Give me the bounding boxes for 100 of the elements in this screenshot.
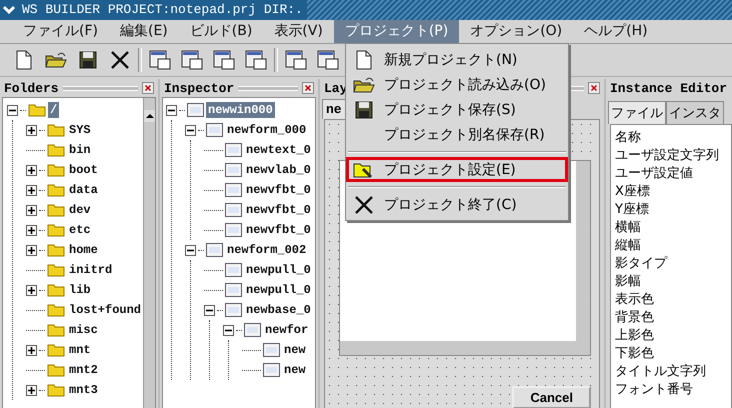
property-name[interactable]: フォント番号 xyxy=(615,381,693,399)
expand-icon[interactable] xyxy=(26,384,37,396)
tree-item[interactable]: newpull_0 xyxy=(244,262,313,278)
window-icon xyxy=(244,323,261,337)
menu-item[interactable]: ビルド(B) xyxy=(178,20,264,43)
expand-icon[interactable] xyxy=(26,344,37,356)
window-icon xyxy=(285,50,307,70)
tree-item[interactable]: SYS xyxy=(67,122,93,138)
expand-icon[interactable] xyxy=(26,164,37,176)
menu-item[interactable]: 表示(V) xyxy=(263,20,334,43)
menu-item[interactable]: プロジェクト終了(C) xyxy=(346,192,568,217)
menu-item[interactable]: オプション(O) xyxy=(459,20,574,43)
folder-icon xyxy=(47,203,65,217)
title-groove xyxy=(238,86,298,90)
tab[interactable]: インスタ xyxy=(666,101,724,124)
panel-title: Inspector xyxy=(164,80,234,96)
tab[interactable]: ne xyxy=(322,99,345,119)
menu-item[interactable]: 編集(E) xyxy=(108,20,179,43)
property-name[interactable]: 縦幅 xyxy=(615,237,641,255)
tree-item[interactable]: initrd xyxy=(67,262,114,278)
collapse-icon[interactable] xyxy=(185,244,196,256)
tree-item[interactable]: etc xyxy=(67,222,93,238)
collapse-icon[interactable] xyxy=(166,104,177,116)
tree-item[interactable]: newform_000 xyxy=(225,122,308,138)
property-name[interactable]: 下影色 xyxy=(615,345,654,363)
tree-item[interactable]: newvfbt_0 xyxy=(244,182,313,198)
close-icon[interactable] xyxy=(302,82,314,94)
expand-icon[interactable] xyxy=(26,284,37,296)
window-icon xyxy=(225,143,242,157)
tree-item[interactable]: newpull_0 xyxy=(244,282,313,298)
menu-item[interactable]: プロジェクト読み込み(O) xyxy=(346,72,568,97)
scrollbar[interactable] xyxy=(340,341,590,355)
property-name[interactable]: 影幅 xyxy=(615,273,641,291)
menu-item[interactable]: プロジェクト別名保存(R) xyxy=(346,122,568,147)
tree-item[interactable]: new xyxy=(282,342,308,358)
folder-icon xyxy=(47,363,65,377)
property-name[interactable]: X座標 xyxy=(615,183,650,201)
menu-item[interactable]: ヘルプ(H) xyxy=(573,20,659,43)
tree-item[interactable]: new xyxy=(282,362,308,378)
property-name[interactable]: Y座標 xyxy=(615,201,649,219)
tree-item[interactable]: boot xyxy=(67,162,100,178)
menu-item[interactable]: 新規プロジェクト(N) xyxy=(346,47,568,72)
tree-item[interactable]: newvfbt_0 xyxy=(244,222,313,238)
tab[interactable]: ファイル xyxy=(608,101,666,124)
tree-item[interactable]: lib xyxy=(67,282,93,298)
arrow-up-icon[interactable] xyxy=(144,110,155,122)
scrollbar[interactable] xyxy=(143,98,155,408)
expand-icon[interactable] xyxy=(26,244,37,256)
property-name[interactable]: 名称 xyxy=(615,129,641,147)
menu-item[interactable]: プロジェクト設定(E) xyxy=(346,157,568,182)
cancel-button[interactable]: Cancel xyxy=(512,386,591,408)
folder-icon xyxy=(47,343,65,357)
expand-icon[interactable] xyxy=(26,184,37,196)
tree-item[interactable]: newbase_0 xyxy=(244,302,313,318)
collapse-icon[interactable] xyxy=(185,124,196,136)
tree-item[interactable]: data xyxy=(67,182,100,198)
menu-item[interactable]: プロジェクト保存(S) xyxy=(346,97,568,122)
window-icon xyxy=(225,183,242,197)
folder-icon xyxy=(47,223,65,237)
tree-item[interactable]: newwin000 xyxy=(206,102,275,118)
tree-item[interactable]: bin xyxy=(67,142,93,158)
property-name[interactable]: 背景色 xyxy=(615,309,654,327)
expand-icon[interactable] xyxy=(26,204,37,216)
tree-item[interactable]: mnt xyxy=(67,342,93,358)
property-name[interactable]: 影タイプ xyxy=(615,255,667,273)
collapse-icon[interactable] xyxy=(7,104,18,116)
tree-item[interactable]: newvlab_0 xyxy=(244,162,313,178)
tree-item[interactable]: newvfbt_0 xyxy=(244,202,313,218)
collapse-icon[interactable] xyxy=(223,324,234,336)
tree-item[interactable]: newform_002 xyxy=(225,242,308,258)
property-name[interactable]: 上影色 xyxy=(615,327,654,345)
tree-item[interactable]: mnt3 xyxy=(67,382,100,398)
tree-item[interactable]: misc xyxy=(67,322,100,338)
tree-item[interactable]: newtext_0 xyxy=(244,142,313,158)
property-name[interactable]: ユーザ設定値 xyxy=(615,165,693,183)
menu-item[interactable]: ファイル(F) xyxy=(12,20,109,43)
property-name[interactable]: ユーザ設定文字列 xyxy=(615,147,719,165)
menu-item[interactable]: プロジェクト(P) xyxy=(334,20,460,43)
tree-item[interactable]: home xyxy=(67,242,100,258)
tree-item[interactable]: dev xyxy=(67,202,93,218)
expand-icon[interactable] xyxy=(26,124,37,136)
folder-icon xyxy=(47,323,65,337)
property-name[interactable]: 横幅 xyxy=(615,219,641,237)
chevron-down-icon[interactable] xyxy=(0,0,18,20)
dropdown-menu[interactable]: 新規プロジェクト(N) プロジェクト読み込み(O) プロジェクト保存(S) プロジェクト別名保存(R) プロジェクト設定(E) プロジェクト終了(C) xyxy=(345,43,569,221)
scrollbar[interactable] xyxy=(576,161,590,341)
tree-item[interactable]: lost+found xyxy=(67,302,144,318)
property-name[interactable]: 表示色 xyxy=(615,291,654,309)
tree-item[interactable]: / xyxy=(48,102,60,118)
tree-item[interactable]: mnt2 xyxy=(67,362,100,378)
folder-icon xyxy=(47,163,65,177)
close-icon[interactable] xyxy=(588,82,600,94)
window-icon xyxy=(225,203,242,217)
cross-icon xyxy=(354,194,374,214)
tree-item[interactable]: newfor xyxy=(263,322,310,338)
close-icon[interactable] xyxy=(142,82,154,94)
expand-icon[interactable] xyxy=(26,224,37,236)
property-name[interactable]: タイトル文字列 xyxy=(615,363,706,381)
collapse-icon[interactable] xyxy=(204,304,215,316)
window-icon xyxy=(225,303,242,317)
